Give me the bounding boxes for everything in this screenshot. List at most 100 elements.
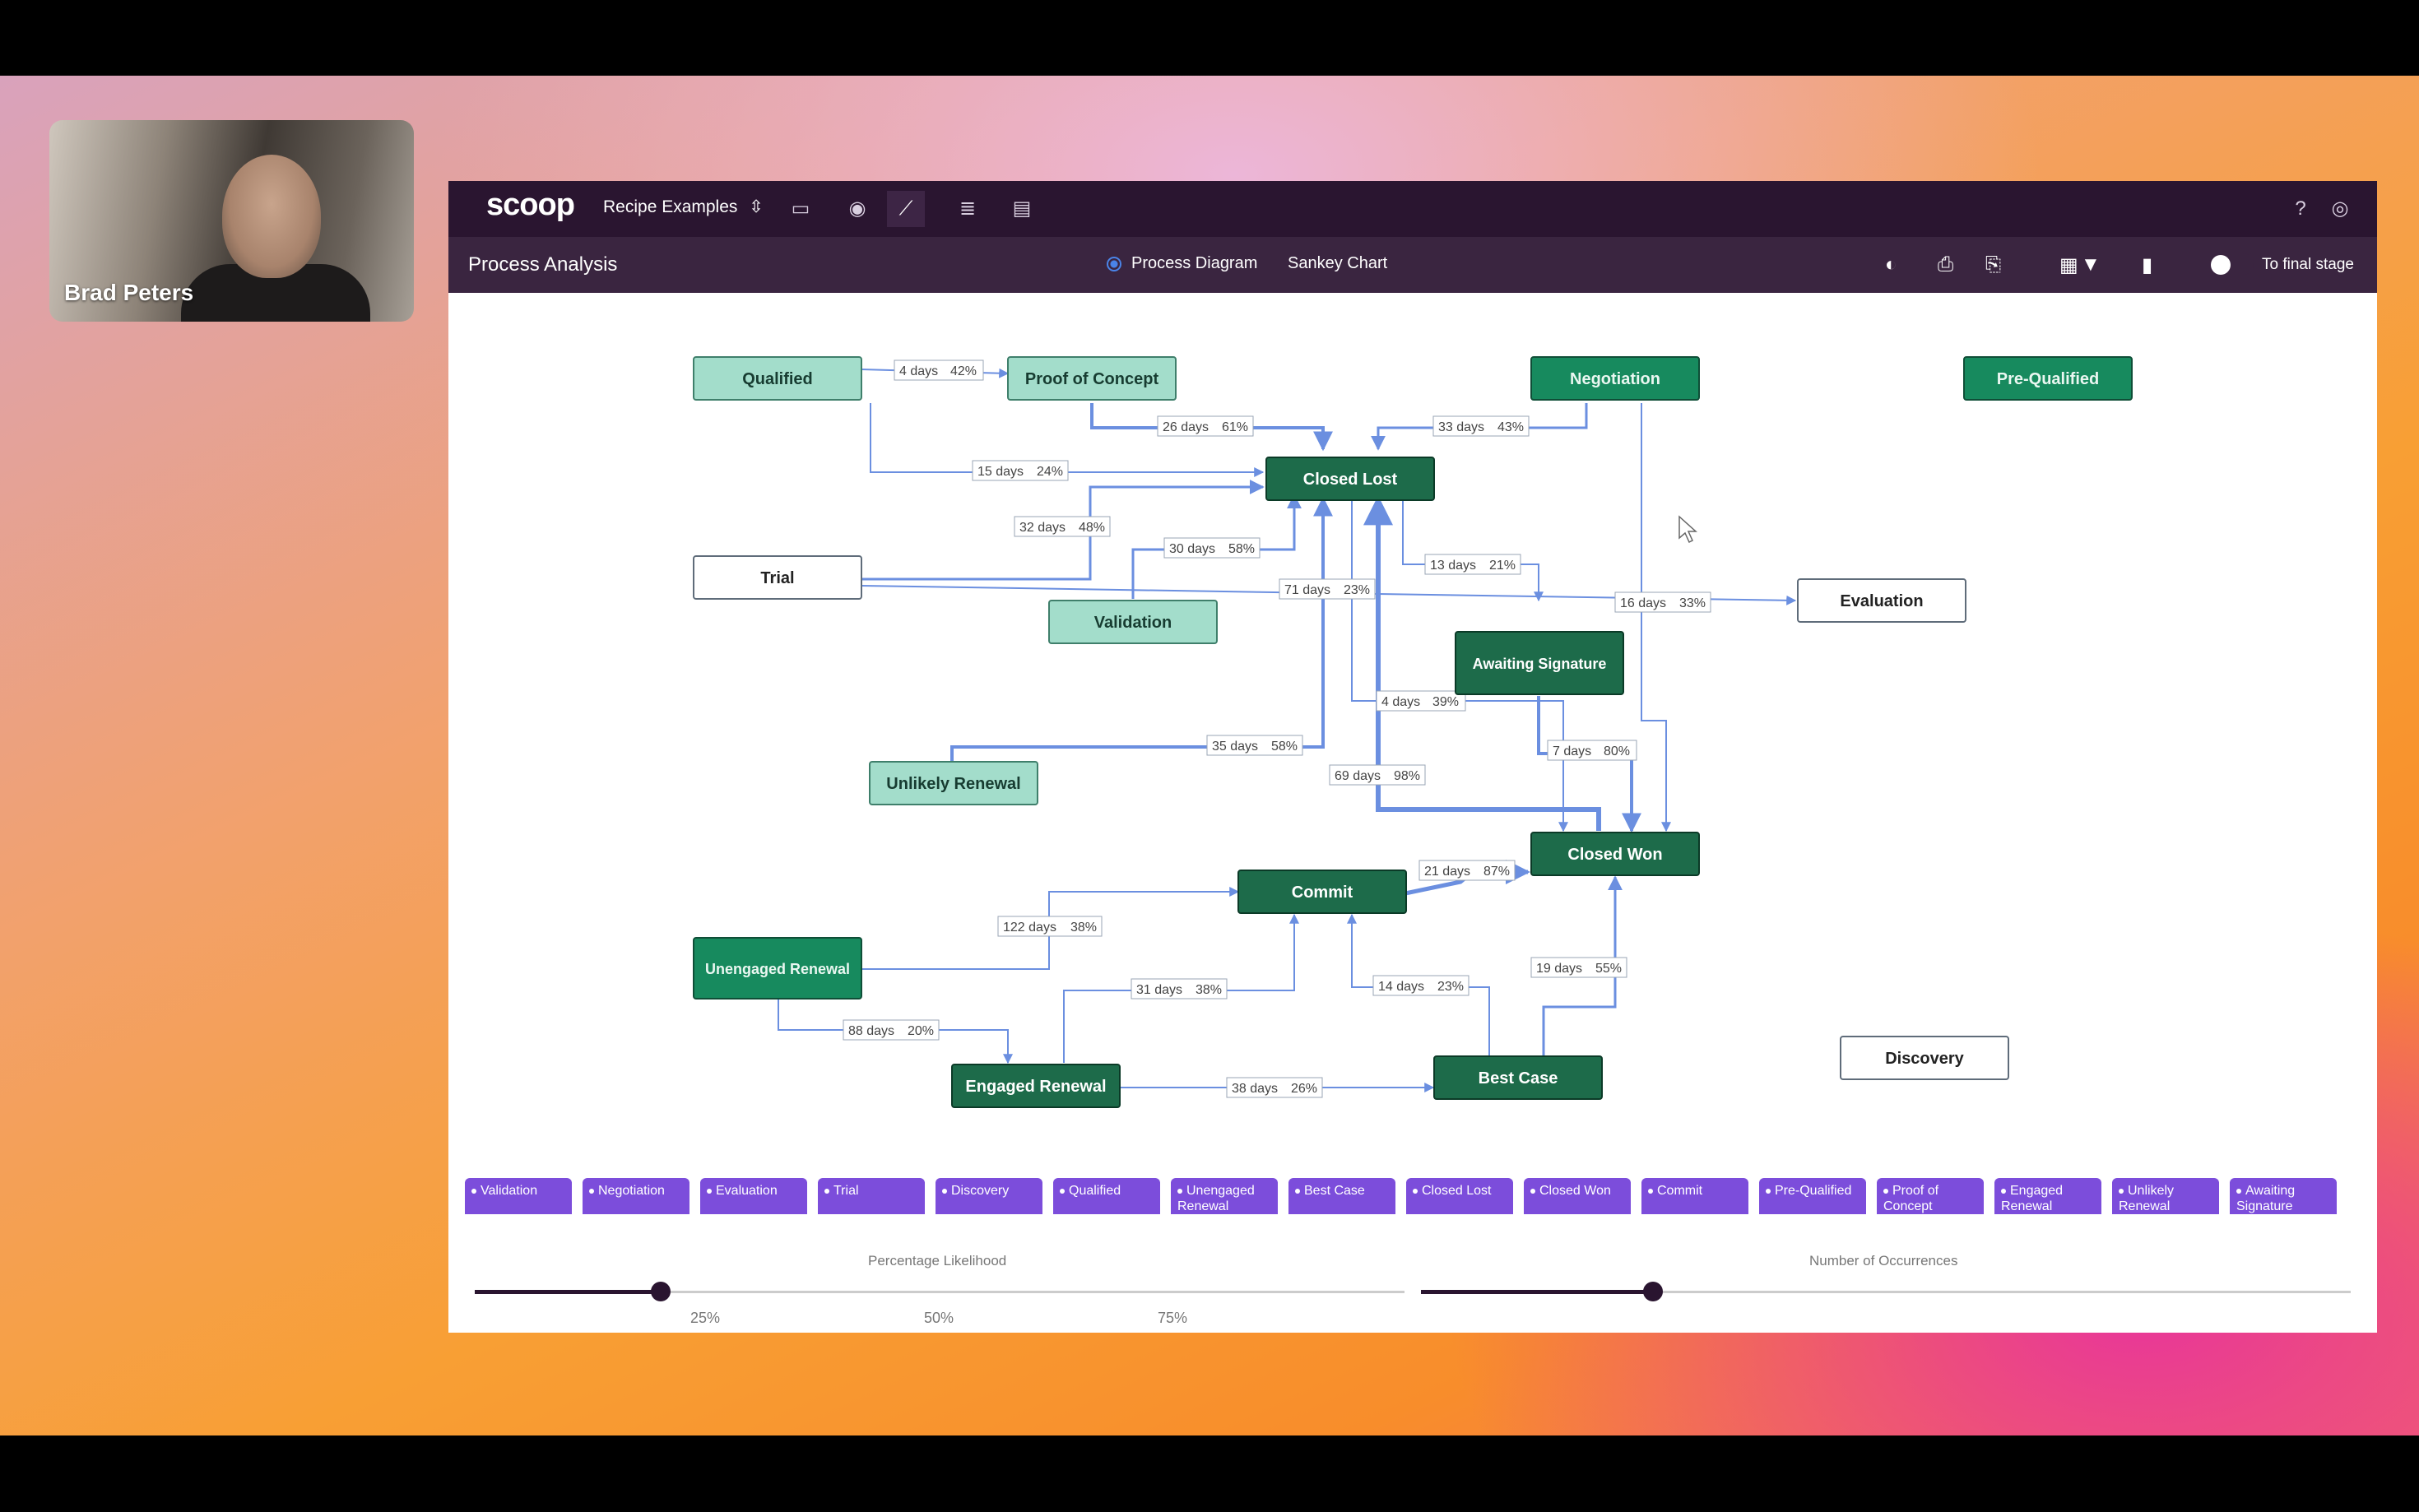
node-closed-won[interactable]: Closed Won [1530,832,1700,876]
stage-chip[interactable]: Closed Won [1524,1178,1631,1214]
stage-chip[interactable]: Engaged Renewal [1994,1178,2101,1214]
stage-chip-label: Negotiation [598,1184,665,1198]
page-title: Process Analysis [468,253,618,276]
node-evaluation[interactable]: Evaluation [1797,578,1966,623]
chart-line-icon[interactable]: ⟋ [887,191,925,227]
node-best-case[interactable]: Best Case [1433,1055,1603,1100]
edge-label-days: 69 days [1335,769,1381,783]
stage-chip[interactable]: Validation [465,1178,572,1214]
stage-chip[interactable]: Proof of Concept [1877,1178,1984,1214]
node-closed-lost[interactable]: Closed Lost [1265,457,1435,501]
edge-label-percent: 58% [1228,542,1255,556]
workspace-selector[interactable]: Recipe Examples ⇳ [603,197,764,217]
participant-name: Brad Peters [64,280,194,305]
calendar-icon[interactable]: ▦ [2059,253,2078,277]
edge-label-percent: 42% [950,364,977,378]
edge-label-days: 88 days [848,1024,894,1038]
edge-label: 88 days 20% [843,1019,940,1041]
stage-chip[interactable]: Qualified [1053,1178,1160,1214]
node-negotiation[interactable]: Negotiation [1530,356,1700,401]
radio-selected-icon [1107,256,1121,271]
scoop-logo[interactable]: scoop [486,188,575,223]
edge-label-days: 33 days [1438,420,1484,434]
toggle-knob [2211,255,2231,275]
node-awaiting-signature[interactable]: Awaiting Signature [1455,631,1624,695]
presentation-icon[interactable]: ▭ [782,191,819,227]
edge-label-days: 122 days [1003,921,1056,935]
stage-chip-label: Qualified [1069,1184,1121,1198]
report-icon[interactable]: ▤ [1003,191,1041,227]
edge-closedlost-awaiting[interactable] [1402,495,1544,602]
occurrences-slider-thumb[interactable] [1643,1282,1663,1301]
node-unlikely-renewal[interactable]: Unlikely Renewal [869,761,1038,805]
edge-label: 4 days 42% [894,359,984,381]
edge-label-percent: 98% [1394,769,1420,783]
database-icon[interactable]: ≣ [949,191,987,227]
node-validation[interactable]: Validation [1048,600,1218,644]
edge-label-days: 4 days [899,364,938,378]
help-icon[interactable]: ? [2282,191,2319,227]
cursor-icon [1678,515,1697,544]
bullet-icon [1177,1188,1182,1194]
node-commit[interactable]: Commit [1237,870,1407,914]
stage-chip[interactable]: Awaiting Signature [2230,1178,2337,1214]
edge-label: 30 days 58% [1163,537,1261,559]
edge-label-days: 21 days [1424,865,1470,879]
edge-label-days: 35 days [1212,740,1258,754]
edge-label-percent: 55% [1595,962,1622,976]
eye-icon[interactable]: ◉ [838,191,876,227]
edge-label-percent: 23% [1437,980,1464,994]
edge-label-percent: 48% [1079,521,1105,535]
edge-negotiation-closedwon[interactable] [1641,403,1671,833]
edge-label: 4 days 39% [1376,690,1466,712]
stage-chip[interactable]: Discovery [936,1178,1042,1214]
stage-chip[interactable]: Evaluation [700,1178,807,1214]
stage-chip[interactable]: Closed Lost [1406,1178,1513,1214]
export-icon[interactable]: ⎘ [1985,253,2001,276]
stage-chip-label: Discovery [951,1184,1010,1198]
node-trial[interactable]: Trial [693,555,862,600]
edge-label-percent: 61% [1222,420,1248,434]
edge-label-percent: 87% [1483,865,1510,879]
edge-label: 32 days 48% [1014,516,1111,537]
stage-chip-label: Closed Won [1539,1184,1611,1198]
stage-chip[interactable]: Trial [818,1178,925,1214]
likelihood-slider-thumb[interactable] [651,1282,671,1301]
edge-label-days: 15 days [977,465,1024,479]
save-icon[interactable]: ⎙ [1938,253,1953,276]
palette-icon[interactable]: ◐ [1885,253,1897,276]
stage-chip-label: Engaged Renewal [2001,1184,2064,1213]
bullet-icon [707,1188,712,1194]
to-final-stage-toggle[interactable] [2209,253,2254,275]
document-icon[interactable]: ▮ [2142,253,2152,277]
likelihood-tick-label: 50% [924,1310,954,1326]
edge-label-days: 32 days [1019,521,1066,535]
node-engaged-renewal[interactable]: Engaged Renewal [951,1064,1121,1108]
stage-chip[interactable]: Pre-Qualified [1759,1178,1866,1214]
stage-chip[interactable]: Negotiation [583,1178,689,1214]
stage-chip[interactable]: Unlikely Renewal [2112,1178,2219,1214]
bullet-icon [2001,1188,2006,1194]
filter-icon[interactable]: ▼ [2081,253,2101,276]
edge-label: 33 days 43% [1432,415,1530,437]
bullet-icon [942,1188,947,1194]
stage-chip[interactable]: Commit [1641,1178,1748,1214]
stage-chip-label: Evaluation [716,1184,778,1198]
edge-label-days: 31 days [1136,983,1182,997]
stage-chip[interactable]: Best Case [1288,1178,1395,1214]
edge-label-days: 30 days [1169,542,1215,556]
top-navigation-bar: scoop Recipe Examples ⇳ ▭ ◉ ⟋ ≣ ▤ ? ◎ [448,181,2377,237]
stage-chip[interactable]: Unengaged Renewal [1171,1178,1278,1214]
stage-chip-label: Validation [481,1184,538,1198]
bullet-icon [1295,1188,1300,1194]
edge-label: 15 days 24% [972,460,1069,481]
node-label: Closed Won [1567,846,1662,864]
node-pre-qualified[interactable]: Pre-Qualified [1963,356,2133,401]
process-diagram-option[interactable]: Process Diagram [1107,254,1257,273]
node-unengaged-renewal[interactable]: Unengaged Renewal [693,937,862,999]
account-icon[interactable]: ◎ [2321,191,2359,227]
node-qualified[interactable]: Qualified [693,356,862,401]
node-proof-of-concept[interactable]: Proof of Concept [1007,356,1177,401]
sankey-chart-option[interactable]: Sankey Chart [1288,254,1387,273]
node-discovery[interactable]: Discovery [1840,1036,2009,1080]
